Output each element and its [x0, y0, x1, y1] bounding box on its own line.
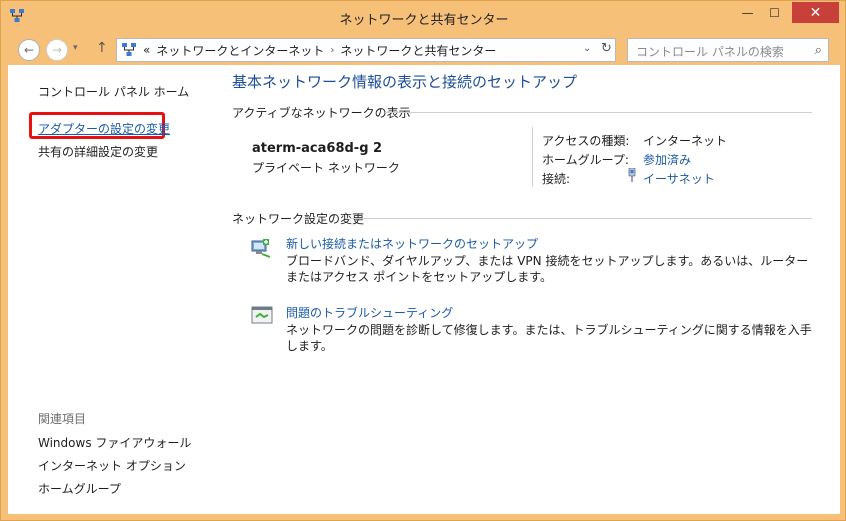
sidebar-link-internet-options[interactable]: インターネット オプション — [38, 457, 186, 474]
up-button[interactable]: ↑ — [96, 40, 108, 56]
maximize-button[interactable]: ☐ — [761, 2, 788, 23]
homegroup-label: ホームグループ: — [542, 153, 629, 167]
related-heading: 関連項目 — [38, 412, 87, 426]
network-name: aterm-aca68d-g 2 — [252, 141, 383, 156]
divider — [532, 127, 533, 187]
title-bar[interactable]: ネットワークと共有センター — ☐ ✕ — [1, 1, 846, 33]
change-settings-heading: ネットワーク設定の変更 — [232, 212, 365, 226]
back-button[interactable]: ← — [18, 39, 40, 61]
ethernet-link[interactable]: イーサネット — [643, 170, 715, 187]
sidebar-link-advanced-sharing[interactable]: 共有の詳細設定の変更 — [38, 143, 158, 160]
setup-new-connection-link[interactable]: 新しい接続またはネットワークのセットアップ — [286, 235, 538, 252]
refresh-icon[interactable]: ↻ — [601, 41, 615, 56]
forward-button[interactable]: → — [46, 39, 68, 61]
breadcrumb-network-internet[interactable]: ネットワークとインターネット — [156, 42, 324, 59]
sidebar-link-adapter-settings[interactable]: アダプターの設定の変更 — [38, 120, 170, 137]
search-box[interactable]: コントロール パネルの検索 ⌕ — [627, 38, 829, 62]
sidebar-link-firewall[interactable]: Windows ファイアウォール — [38, 434, 191, 451]
minimize-button[interactable]: — — [734, 2, 761, 23]
close-button[interactable]: ✕ — [792, 2, 839, 23]
sidebar-link-homegroup[interactable]: ホームグループ — [38, 480, 121, 497]
chevron-down-icon[interactable]: ⌄ — [583, 43, 591, 54]
window: ネットワークと共有センター — ☐ ✕ ← → ▾ ↑ « ネットワークとインタ… — [0, 0, 846, 521]
sidebar: コントロール パネル ホーム アダプターの設定の変更 共有の詳細設定の変更 関連… — [8, 65, 208, 514]
setup-new-connection-description: ブロードバンド、ダイヤルアップ、または VPN 接続をセットアップします。あるい… — [286, 254, 809, 284]
search-icon[interactable]: ⌕ — [815, 43, 822, 58]
network-type: プライベート ネットワーク — [252, 161, 400, 175]
control-panel-icon — [122, 43, 136, 56]
divider — [350, 218, 812, 219]
page-title: 基本ネットワーク情報の表示と接続のセットアップ — [232, 73, 578, 91]
divider — [385, 112, 812, 113]
window-title: ネットワークと共有センター — [339, 13, 509, 28]
active-networks-heading: アクティブなネットワークの表示 — [232, 106, 411, 120]
breadcrumb-sharing-center[interactable]: ネットワークと共有センター — [340, 42, 496, 59]
homegroup-link[interactable]: 参加済み — [643, 151, 691, 168]
access-type-value: インターネット — [643, 134, 728, 148]
recent-locations-icon[interactable]: ▾ — [73, 43, 78, 53]
search-input[interactable]: コントロール パネルの検索 — [636, 43, 784, 60]
troubleshoot-description: ネットワークの問題を診断して修復します。または、トラブルシューティングに関する情… — [286, 323, 812, 353]
address-bar[interactable]: « ネットワークとインターネット › ネットワークと共有センター ⌄ ↻ — [116, 38, 616, 62]
navigation-bar: ← → ▾ ↑ « ネットワークとインターネット › ネットワークと共有センター… — [8, 33, 840, 65]
address-overflow[interactable]: « — [143, 43, 150, 57]
ethernet-icon[interactable] — [627, 168, 637, 182]
connection-label: 接続: — [542, 172, 571, 186]
breadcrumb-separator-icon[interactable]: › — [330, 45, 334, 56]
troubleshoot-icon[interactable] — [250, 303, 274, 327]
sidebar-link-control-panel-home[interactable]: コントロール パネル ホーム — [38, 83, 189, 100]
content-area: コントロール パネル ホーム アダプターの設定の変更 共有の詳細設定の変更 関連… — [8, 65, 840, 514]
troubleshoot-link[interactable]: 問題のトラブルシューティング — [286, 304, 453, 321]
new-connection-icon[interactable] — [250, 235, 274, 259]
access-type-label: アクセスの種類: — [542, 134, 630, 148]
